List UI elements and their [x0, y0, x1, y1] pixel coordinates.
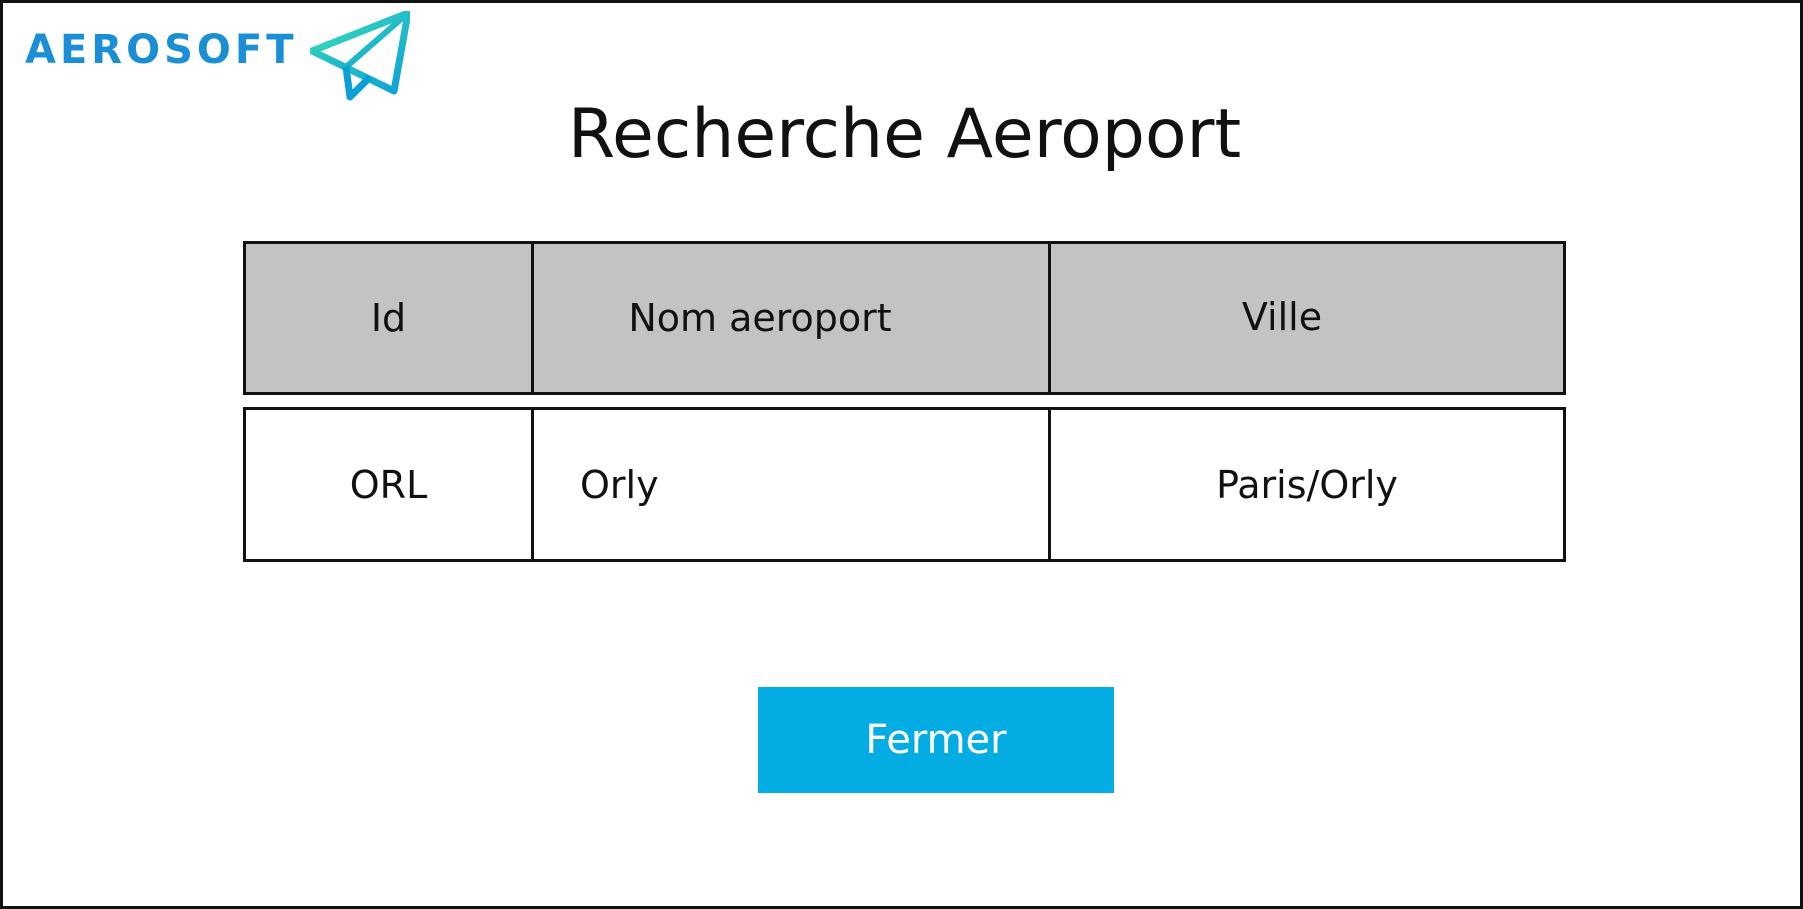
column-header-label: Ville [1241, 295, 1323, 339]
column-header-label: Id [370, 296, 407, 340]
cell-value: Paris/Orly [1216, 462, 1398, 507]
page-title: Recherche Aeroport [567, 95, 1242, 174]
column-header-city: Ville [1048, 241, 1566, 395]
table-cell-id[interactable]: ORL [243, 407, 534, 562]
brand-logo: AEROSOFT [25, 11, 410, 103]
close-button[interactable]: Fermer [758, 687, 1114, 793]
window-frame: AEROSOFT Recherche Aeroport Id Nom aerop… [0, 0, 1803, 909]
paper-plane-icon [309, 11, 410, 101]
cell-value: ORL [349, 462, 428, 507]
column-header-id: Id [243, 241, 534, 395]
column-header-label: Nom aeroport [628, 296, 892, 340]
table-cell-airport-name[interactable]: Orly [531, 407, 1051, 562]
table-cell-city[interactable]: Paris/Orly [1048, 407, 1566, 562]
brand-name: AEROSOFT [25, 27, 298, 73]
cell-value: Orly [580, 462, 659, 507]
column-header-airport-name: Nom aeroport [531, 241, 1051, 395]
